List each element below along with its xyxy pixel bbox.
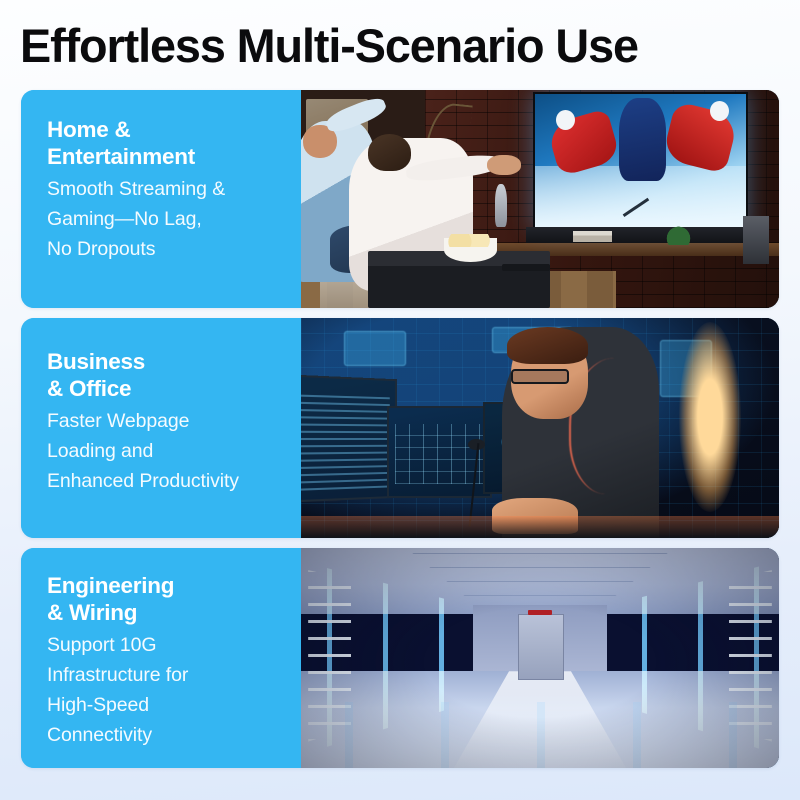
control-room-scene-icon (301, 318, 779, 538)
books-shape (573, 230, 612, 242)
feature-card-business-office[interactable]: Business & Office Faster Webpage Loading… (21, 318, 779, 538)
remote-control-shape (501, 264, 550, 271)
hand-shape (487, 155, 521, 175)
speaker-shape (743, 216, 770, 265)
feature-card-engineering-wiring[interactable]: Engineering & Wiring Support 10G Infrast… (21, 548, 779, 768)
page-title: Effortless Multi-Scenario Use (20, 19, 639, 72)
figurine-shape (494, 183, 507, 228)
feature-card-home-entertainment[interactable]: Home & Entertainment Smooth Streaming & … (21, 90, 779, 308)
card-body: Support 10G Infrastructure for High-Spee… (47, 634, 189, 746)
soundbar-shape (525, 227, 756, 243)
person-hair-shape (506, 326, 588, 365)
network-diagram-shape (395, 423, 485, 485)
data-center-scene-icon (301, 548, 779, 768)
card-body: Smooth Streaming & Gaming—No Lag, No Dro… (47, 178, 226, 260)
living-room-scene-icon (301, 90, 779, 308)
card-image-home-entertainment (301, 90, 779, 308)
monitor-left-icon (301, 374, 398, 504)
code-lines-shape (301, 389, 390, 491)
hud-panel-1 (344, 331, 407, 367)
helmet-shape-1 (555, 110, 575, 131)
card-image-business-office (301, 318, 779, 538)
glasses-icon (511, 368, 569, 384)
card-heading: Engineering & Wiring (47, 573, 175, 625)
hockey-player-blue (619, 98, 666, 181)
card-text-panel: Engineering & Wiring Support 10G Infrast… (21, 548, 301, 768)
card-heading: Business & Office (47, 349, 146, 401)
plant-shape (664, 222, 693, 245)
television-icon (532, 92, 748, 230)
person-head-shape (367, 133, 411, 171)
card-image-engineering-wiring (301, 548, 779, 768)
vignette-overlay (301, 548, 779, 768)
card-heading: Home & Entertainment (47, 117, 196, 169)
desk-shape (301, 516, 779, 538)
popcorn-shape (444, 233, 497, 247)
helmet-shape-2 (710, 100, 730, 121)
card-text-panel: Home & Entertainment Smooth Streaming & … (21, 90, 301, 308)
card-body: Faster Webpage Loading and Enhanced Prod… (47, 410, 239, 492)
warm-light-glow (678, 322, 741, 512)
card-text-panel: Business & Office Faster Webpage Loading… (21, 318, 301, 538)
